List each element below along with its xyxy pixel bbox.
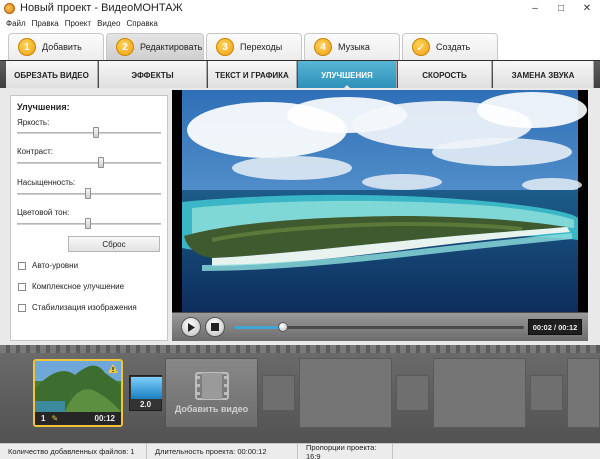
checkbox[interactable] — [18, 261, 26, 270]
stop-button[interactable] — [205, 317, 225, 337]
empty-transition-slot — [530, 375, 563, 411]
hue-label: Цветовой тон: — [17, 208, 70, 217]
status-bar: Количество добавленных файлов: 1 Длитель… — [0, 443, 600, 459]
warning-icon — [108, 364, 118, 373]
empty-clip-slot — [567, 358, 600, 428]
subtab-trim[interactable]: ОБРЕЗАТЬ ВИДЕО — [6, 61, 98, 89]
menu-help[interactable]: Справка — [126, 19, 157, 28]
brightness-label: Яркость: — [17, 118, 50, 127]
auto-levels-checkbox[interactable]: Авто-уровни — [18, 261, 78, 270]
slider-thumb[interactable] — [84, 218, 91, 229]
step-tab-add[interactable]: 1 Добавить — [8, 33, 104, 60]
step-label: Добавить — [42, 42, 82, 52]
slider-thumb[interactable] — [84, 188, 91, 199]
title-bar: Новый проект - ВидеоМОНТАЖ – □ ✕ — [0, 0, 600, 16]
clip-duration: 00:12 — [94, 414, 115, 423]
step-number-badge: 1 — [18, 38, 36, 56]
status-file-count: Количество добавленных файлов: 1 — [0, 443, 147, 459]
storyboard-timeline: 1 ✎ 00:12 2.0 Добавить видео — [0, 353, 600, 443]
edit-pencil-icon[interactable]: ✎ — [51, 414, 58, 423]
menu-bar: Файл Правка Проект Видео Справка — [0, 16, 600, 30]
add-video-label: Добавить видео — [174, 404, 249, 414]
status-duration: Длительность проекта: 00:00:12 — [147, 443, 298, 459]
close-button[interactable]: ✕ — [574, 0, 600, 16]
subtab-enhancements[interactable]: УЛУЧШЕНИЯ — [298, 61, 397, 90]
checkbox[interactable] — [18, 303, 26, 312]
film-icon — [194, 372, 229, 400]
complex-enhance-checkbox[interactable]: Комплексное улучшение — [18, 282, 124, 291]
reset-button[interactable]: Сброс — [68, 236, 160, 252]
hue-slider[interactable] — [17, 218, 161, 229]
minimize-button[interactable]: – — [522, 0, 548, 16]
checkbox-label: Авто-уровни — [32, 261, 79, 270]
checkbox-label: Стабилизация изображения — [32, 303, 137, 312]
step-tab-transitions[interactable]: 3 Переходы — [206, 33, 302, 60]
slider-thumb[interactable] — [93, 127, 100, 138]
seek-progress — [234, 326, 284, 329]
stabilization-checkbox[interactable]: Стабилизация изображения — [18, 303, 137, 312]
saturation-label: Насыщенность: — [17, 178, 76, 187]
window-title: Новый проект - ВидеоМОНТАЖ — [20, 2, 183, 14]
empty-clip-slot — [433, 358, 526, 428]
menu-project[interactable]: Проект — [65, 19, 91, 28]
checkbox[interactable] — [18, 282, 26, 291]
subtab-effects[interactable]: ЭФФЕКТЫ — [99, 61, 207, 89]
window-controls: – □ ✕ — [522, 0, 600, 16]
maximize-button[interactable]: □ — [548, 0, 574, 16]
play-icon — [188, 322, 195, 332]
app-logo-icon — [4, 2, 15, 14]
step-label: Редактировать — [140, 42, 203, 52]
clip-info-bar: 1 ✎ 00:12 — [35, 412, 121, 425]
empty-clip-slot — [299, 358, 392, 428]
step-tab-create[interactable]: ✓ Создать — [402, 33, 498, 60]
status-aspect-ratio: Пропорции проекта: 16:9 — [298, 443, 393, 459]
subtab-enhancements-label: УЛУЧШЕНИЯ — [321, 70, 373, 80]
stop-icon — [211, 323, 219, 331]
subtab-replace-audio[interactable]: ЗАМЕНА ЗВУКА — [493, 61, 594, 89]
step-tab-edit[interactable]: 2 Редактировать — [106, 33, 204, 60]
video-preview[interactable] — [172, 90, 588, 312]
step-number-badge: 4 — [314, 38, 332, 56]
clip-number: 1 — [41, 414, 46, 423]
panel-title: Улучшения: — [17, 102, 70, 112]
slider-thumb[interactable] — [97, 157, 104, 168]
contrast-label: Контраст: — [17, 147, 53, 156]
video-clip[interactable]: 1 ✎ 00:12 — [33, 359, 123, 427]
transition-slot[interactable]: 2.0 — [129, 375, 162, 411]
step-tab-music[interactable]: 4 Музыка — [304, 33, 400, 60]
player-controls: 00:02 / 00:12 — [172, 312, 588, 341]
preview-frame-image — [182, 90, 587, 312]
time-display: 00:02 / 00:12 — [528, 319, 582, 335]
contrast-slider[interactable] — [17, 157, 161, 168]
step-number-badge: 2 — [116, 38, 134, 56]
step-label: Переходы — [240, 42, 283, 52]
checkmark-icon: ✓ — [412, 38, 430, 56]
subtab-speed[interactable]: СКОРОСТЬ — [398, 61, 492, 89]
timeline-ruler — [0, 345, 600, 353]
edit-subtabs: ОБРЕЗАТЬ ВИДЕО ЭФФЕКТЫ ТЕКСТ И ГРАФИКА У… — [0, 60, 600, 90]
menu-file[interactable]: Файл — [6, 19, 26, 28]
subtab-text-graphics[interactable]: ТЕКСТ И ГРАФИКА — [208, 61, 297, 89]
empty-transition-slot — [396, 375, 429, 411]
checkbox-label: Комплексное улучшение — [32, 282, 125, 291]
menu-edit[interactable]: Правка — [32, 19, 59, 28]
add-video-button[interactable]: Добавить видео — [165, 358, 258, 428]
step-number-badge: 3 — [216, 38, 234, 56]
transition-thumbnail — [131, 377, 162, 399]
brightness-slider[interactable] — [17, 127, 161, 138]
step-tabs: 1 Добавить 2 Редактировать 3 Переходы 4 … — [0, 30, 600, 60]
transition-duration: 2.0 — [139, 400, 152, 409]
seek-thumb[interactable] — [278, 322, 289, 332]
saturation-slider[interactable] — [17, 188, 161, 199]
step-label: Музыка — [338, 42, 370, 52]
step-label: Создать — [436, 42, 471, 52]
enhancements-panel: Улучшения: Яркость: Контраст: Насыщеннос… — [10, 95, 168, 341]
empty-transition-slot — [262, 375, 295, 411]
menu-video[interactable]: Видео — [97, 19, 120, 28]
seek-bar[interactable] — [234, 322, 524, 332]
play-button[interactable] — [181, 317, 201, 337]
